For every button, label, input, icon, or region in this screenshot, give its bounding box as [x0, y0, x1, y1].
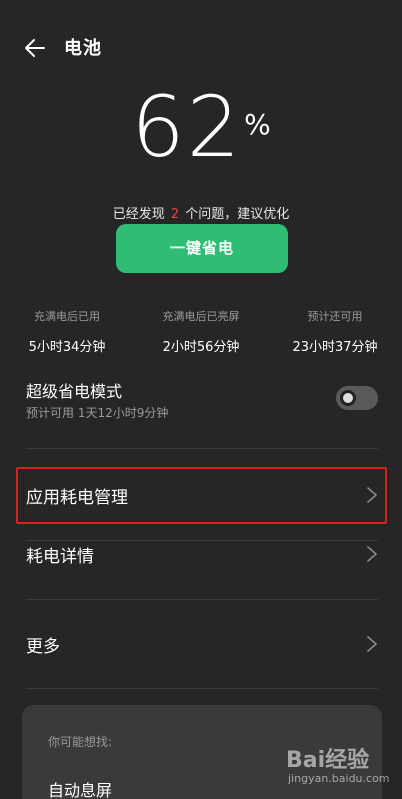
header: 电池 [0, 28, 402, 68]
battery-percent-value: 62 [131, 78, 243, 176]
chevron-right-icon [367, 636, 377, 652]
menu-item-label: 耗电详情 [26, 547, 94, 567]
issues-prefix: 已经发现 [112, 207, 165, 222]
suggestions-heading: 你可能想找: [48, 735, 113, 749]
battery-percent-display: 62% [0, 82, 402, 172]
watermark-main: Bai经验 [286, 748, 370, 773]
battery-percent-unit: % [244, 108, 271, 141]
one-click-save-button[interactable]: 一键省电 [116, 224, 288, 273]
chevron-right-icon [367, 546, 377, 562]
menu-item-label: 更多 [26, 637, 60, 657]
highlight-annotation-box [16, 467, 387, 524]
divider [26, 448, 378, 449]
back-button[interactable] [22, 36, 48, 60]
super-mode-title: 超级省电模式 [26, 382, 123, 401]
toggle-knob [340, 390, 356, 406]
divider [26, 599, 378, 600]
menu-item-more[interactable]: 更多 [0, 615, 402, 673]
battery-stats: 充满电后已用 5小时34分钟 充满电后已亮屏 2小时56分钟 预计还可用 23小… [0, 308, 402, 358]
stat-value: 5小时34分钟 [28, 340, 106, 355]
watermark-logo: Bai经验 jingyan.baidu.com [286, 742, 398, 796]
stat-screen-on-since-charge: 充满电后已亮屏 2小时56分钟 [134, 308, 268, 355]
stat-label: 预计还可用 [307, 310, 363, 323]
divider [26, 688, 378, 689]
stat-label: 充满电后已用 [34, 310, 100, 323]
suggestion-item-auto-screen-off[interactable]: 自动息屏 [48, 777, 112, 799]
arrow-left-icon [25, 39, 45, 57]
super-mode-toggle[interactable] [336, 386, 378, 410]
super-mode-subtitle: 预计可用 1天12小时9分钟 [26, 406, 169, 420]
watermark-sub: jingyan.baidu.com [288, 772, 390, 785]
menu-item-power-details[interactable]: 耗电详情 [0, 525, 402, 583]
stat-label: 充满电后已亮屏 [162, 310, 240, 323]
page-title: 电池 [64, 38, 102, 59]
issues-summary: 已经发现 2 个问题，建议优化 [0, 203, 402, 222]
stat-value: 2小时56分钟 [162, 340, 240, 355]
issues-count: 2 [170, 207, 180, 222]
battery-settings-page: 电池 62% 已经发现 2 个问题，建议优化 一键省电 充满电后已用 5小时34… [0, 0, 402, 799]
stat-value: 23小时37分钟 [292, 340, 378, 355]
stat-used-since-charge: 充满电后已用 5小时34分钟 [0, 308, 134, 355]
stat-estimated-remaining: 预计还可用 23小时37分钟 [268, 308, 402, 355]
super-power-saving-row[interactable]: 超级省电模式 预计可用 1天12小时9分钟 [0, 372, 402, 432]
issues-suffix: 个问题，建议优化 [185, 207, 290, 222]
